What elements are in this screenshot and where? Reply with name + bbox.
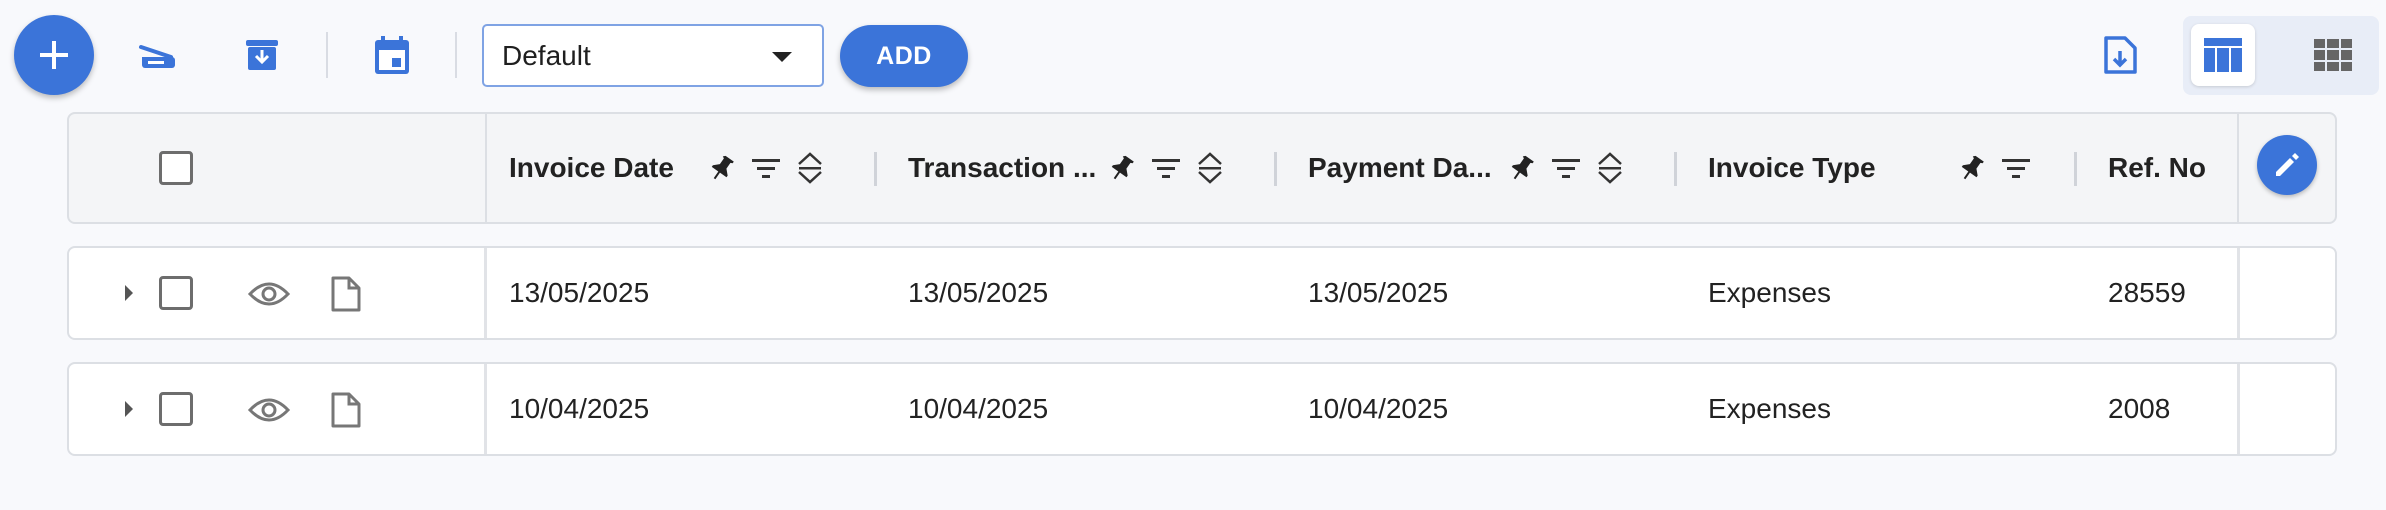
- grid-view-button[interactable]: [2301, 24, 2365, 86]
- table-row[interactable]: 13/05/2025 13/05/2025 13/05/2025 Expense…: [67, 246, 2337, 340]
- add-button[interactable]: ADD: [840, 25, 968, 87]
- sort-icon: [798, 152, 822, 184]
- add-fab-button[interactable]: [14, 15, 94, 95]
- cell-invoice-date: 10/04/2025: [509, 393, 650, 424]
- table-view-icon: [2204, 38, 2242, 72]
- column-title: Payment Da...: [1308, 152, 1492, 183]
- cell-ref-no: 28559: [2108, 277, 2186, 308]
- calendar-button[interactable]: [367, 30, 417, 80]
- view-row-button[interactable]: [247, 274, 291, 314]
- sort-column-button[interactable]: [794, 152, 826, 184]
- column-header-invoice-date[interactable]: Invoice Date: [509, 114, 674, 222]
- calendar-icon: [375, 36, 409, 74]
- table-view-button[interactable]: [2191, 24, 2255, 86]
- column-resize-handle[interactable]: [2074, 152, 2077, 186]
- row-edit-cell: [2237, 364, 2335, 454]
- sort-icon: [1198, 152, 1222, 184]
- column-title: Invoice Date: [509, 152, 674, 183]
- column-resize-handle[interactable]: [1674, 152, 1677, 186]
- column-title: Invoice Type: [1708, 152, 1876, 183]
- pin-icon: [711, 155, 734, 180]
- column-resize-handle[interactable]: [874, 152, 877, 186]
- toolbar-divider: [455, 32, 457, 78]
- pin-column-button[interactable]: [706, 152, 738, 184]
- pencil-icon: [2276, 153, 2299, 176]
- expand-row-icon[interactable]: [125, 401, 133, 417]
- cell-payment-date: 13/05/2025: [1308, 277, 1449, 308]
- plus-icon: [40, 41, 68, 69]
- row-actions-cell: [69, 364, 487, 454]
- column-header-invoice-type[interactable]: Invoice Type: [1708, 114, 1876, 222]
- row-edit-cell: [2237, 248, 2335, 338]
- pin-column-button[interactable]: [1106, 152, 1138, 184]
- column-resize-handle[interactable]: [1274, 152, 1277, 186]
- grid-view-icon: [2314, 39, 2352, 71]
- toolbar: Default ADD: [0, 0, 2386, 112]
- document-icon: [331, 276, 361, 312]
- edit-columns-button[interactable]: [2257, 135, 2317, 195]
- filter-icon: [2002, 159, 2030, 178]
- cell-transaction-date: 13/05/2025: [908, 277, 1049, 308]
- document-row-button[interactable]: [324, 390, 368, 430]
- archive-download-icon: [246, 40, 278, 70]
- pin-icon: [1961, 155, 1984, 180]
- filter-icon: [1552, 159, 1580, 178]
- eye-icon: [248, 398, 290, 422]
- cell-ref-no: 2008: [2108, 393, 2171, 424]
- filter-column-button[interactable]: [1150, 152, 1182, 184]
- document-icon: [331, 392, 361, 428]
- column-title: Transaction ...: [908, 152, 1097, 183]
- header-select-cell: [69, 114, 487, 222]
- column-header-ref-no[interactable]: Ref. No: [2108, 114, 2206, 222]
- file-download-icon: [2104, 36, 2137, 74]
- table-row[interactable]: 10/04/2025 10/04/2025 10/04/2025 Expense…: [67, 362, 2337, 456]
- view-preset-select[interactable]: Default: [482, 24, 824, 87]
- pin-icon: [1111, 155, 1134, 180]
- filter-icon: [1152, 159, 1180, 178]
- sort-column-button[interactable]: [1194, 152, 1226, 184]
- select-all-checkbox[interactable]: [159, 151, 193, 185]
- filter-icon: [752, 159, 780, 178]
- cell-invoice-type: Expenses: [1708, 393, 1831, 424]
- row-actions-cell: [69, 248, 487, 338]
- eye-icon: [248, 282, 290, 306]
- view-preset-value: Default: [502, 39, 591, 71]
- header-edit-cell: [2237, 114, 2335, 222]
- sort-icon: [1598, 152, 1622, 184]
- toolbar-divider: [326, 32, 328, 78]
- pin-icon: [1511, 155, 1534, 180]
- cell-transaction-date: 10/04/2025: [908, 393, 1049, 424]
- filter-column-button[interactable]: [750, 152, 782, 184]
- scanner-icon: [139, 45, 175, 68]
- column-header-payment-date[interactable]: Payment Da...: [1308, 114, 1492, 222]
- column-title: Ref. No: [2108, 152, 2206, 183]
- row-checkbox[interactable]: [159, 392, 193, 426]
- cell-invoice-type: Expenses: [1708, 277, 1831, 308]
- cell-invoice-date: 13/05/2025: [509, 277, 650, 308]
- export-button[interactable]: [2095, 30, 2145, 80]
- expand-row-icon[interactable]: [125, 285, 133, 301]
- archive-button[interactable]: [237, 30, 287, 80]
- column-header-transaction-date[interactable]: Transaction ...: [908, 114, 1096, 222]
- filter-column-button[interactable]: [1550, 152, 1582, 184]
- sort-column-button[interactable]: [1594, 152, 1626, 184]
- scan-button[interactable]: [133, 30, 183, 80]
- filter-column-button[interactable]: [2000, 152, 2032, 184]
- document-row-button[interactable]: [324, 274, 368, 314]
- row-checkbox[interactable]: [159, 276, 193, 310]
- table-header-row: Invoice Date Transaction ... Payment Da.…: [67, 112, 2337, 224]
- pin-column-button[interactable]: [1956, 152, 1988, 184]
- cell-payment-date: 10/04/2025: [1308, 393, 1449, 424]
- view-mode-toggle: [2183, 16, 2379, 95]
- chevron-down-icon: [772, 52, 792, 62]
- view-row-button[interactable]: [247, 390, 291, 430]
- pin-column-button[interactable]: [1506, 152, 1538, 184]
